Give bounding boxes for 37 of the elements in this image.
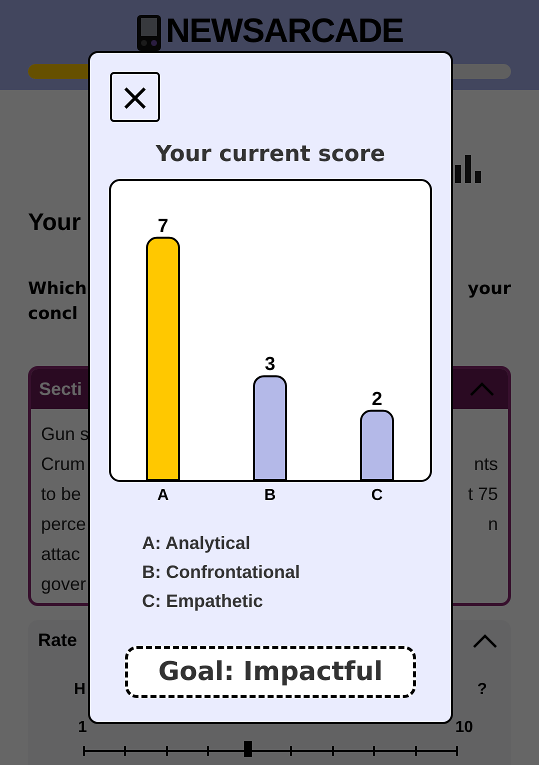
- article-text: Gun s: [41, 423, 90, 446]
- slider-thumb[interactable]: [244, 741, 252, 757]
- logo-wordmark: NEWSARCADE: [166, 10, 404, 52]
- close-button[interactable]: ×: [110, 72, 160, 122]
- rating-question: ?: [477, 681, 487, 699]
- page-heading: Your: [28, 209, 81, 237]
- article-text: Crum: [41, 453, 85, 476]
- article-text: t 75: [468, 483, 498, 506]
- article-text: gover: [41, 573, 86, 596]
- rating-slider[interactable]: [84, 739, 457, 759]
- dialog-title: Your current score: [156, 142, 386, 167]
- rating-question: H: [74, 681, 86, 699]
- scale-min: 1: [78, 719, 87, 737]
- legend-item: A: Analytical: [142, 532, 252, 555]
- scale-max: 10: [455, 719, 473, 737]
- bar-value: 2: [372, 388, 382, 410]
- legend-item: C: Empathetic: [142, 590, 264, 613]
- section-title: Secti: [39, 378, 82, 400]
- legend-item: B: Confrontational: [142, 561, 300, 584]
- bar-label: C: [371, 487, 383, 504]
- article-text: n: [488, 513, 498, 536]
- article-text: attac: [41, 543, 80, 566]
- question-text: Which: [28, 278, 87, 301]
- bar-value: 3: [264, 354, 276, 376]
- question-text: your: [468, 278, 511, 301]
- game-console-icon: [136, 14, 162, 52]
- bar-label: A: [157, 487, 169, 504]
- question-text: concl: [28, 303, 78, 326]
- rating-title: Rate: [38, 630, 78, 651]
- article-text: perce: [41, 513, 86, 536]
- bar-chart-icon[interactable]: [455, 153, 481, 183]
- goal-label: Goal: Impactful: [125, 646, 416, 698]
- bar-value: 7: [158, 216, 168, 237]
- bar-label: B: [264, 487, 276, 504]
- article-text: nts: [474, 453, 498, 476]
- chevron-icon[interactable]: [473, 634, 497, 648]
- article-text: to be: [41, 483, 82, 506]
